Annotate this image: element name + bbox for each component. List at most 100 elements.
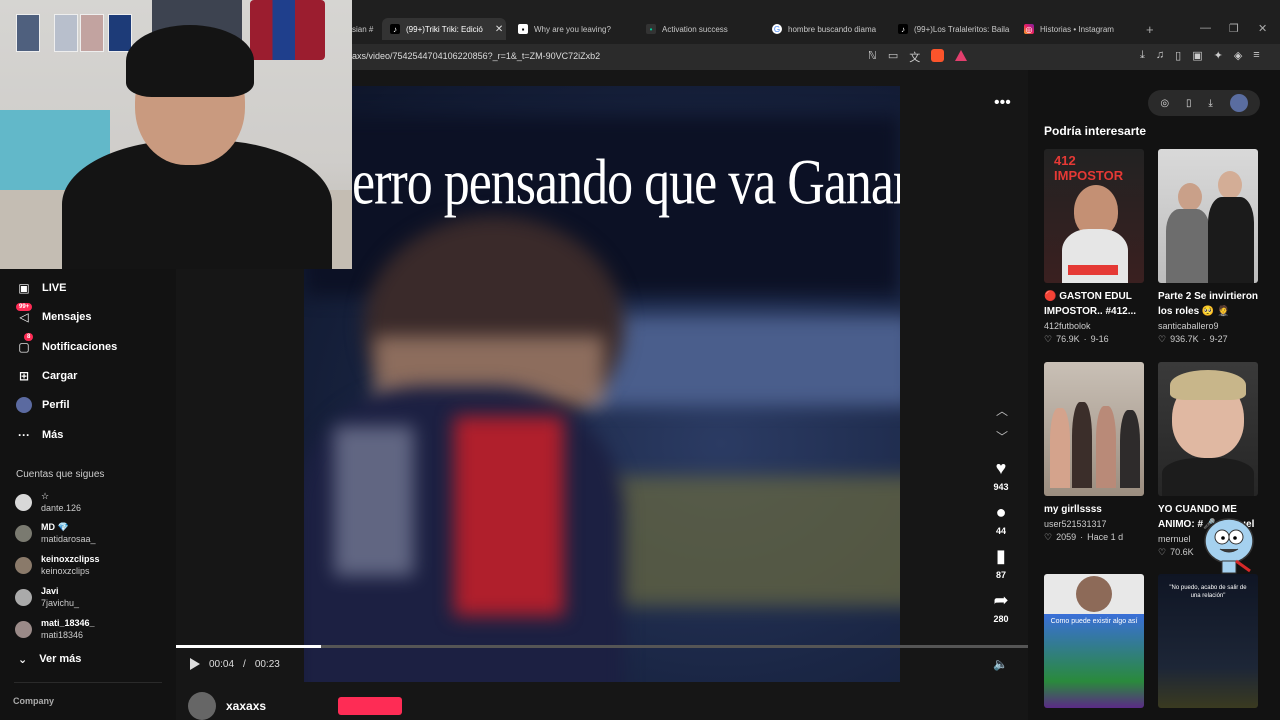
following-handle: mati18346 xyxy=(41,630,84,640)
recommendation-card[interactable]: Parte 2 Se invirtieron los roles 🥺 🤵 san… xyxy=(1158,149,1260,345)
avatar[interactable] xyxy=(188,692,216,720)
tab-active[interactable]: ♪ (99+)Triki Triki: Edició ✕ xyxy=(382,18,506,40)
webcam-overlay xyxy=(0,0,352,269)
device-icon[interactable]: ▯ xyxy=(1186,98,1192,109)
share-icon: ➦ xyxy=(993,590,1009,610)
avatar xyxy=(15,556,32,574)
like-count: 943 xyxy=(993,482,1009,492)
autoscroll-icon[interactable]: ◎ xyxy=(1160,98,1169,109)
close-tab-icon[interactable]: ✕ xyxy=(495,24,503,35)
comment-action[interactable]: ● 44 xyxy=(984,502,1018,536)
brave-shield-icon[interactable] xyxy=(931,49,945,62)
video-frame[interactable]: erro pensando que va Ganar xyxy=(304,86,900,682)
recommendation-card[interactable]: my girllssss user521531317 ♡ 2059 · Hace 1 … xyxy=(1044,362,1146,543)
see-more-button[interactable]: ⌄ Ver más xyxy=(18,653,81,666)
card-meta: ♡ 936.7K · 9-27 xyxy=(1158,334,1260,345)
see-more-label: Ver más xyxy=(39,653,82,665)
sidebar-item-more[interactable]: ··· Más xyxy=(16,427,63,443)
google-icon: G xyxy=(772,24,782,34)
sidebar-item-live[interactable]: ▣ LIVE xyxy=(16,280,66,296)
music-icon[interactable]: ♫ xyxy=(1156,49,1164,62)
following-item[interactable]: mati_18346_ mati18346 xyxy=(15,617,95,641)
card-meta: ♡ 2059 · Hace 1 d xyxy=(1044,532,1146,543)
previous-video-icon[interactable]: ︿ xyxy=(996,402,1008,419)
sidebar-icon[interactable]: ▯ xyxy=(1175,49,1181,62)
card-title: my girllssss xyxy=(1044,504,1102,515)
sidebar-item-label: LIVE xyxy=(42,282,67,294)
tab-2[interactable]: ▪ Why are you leaving? xyxy=(510,18,632,40)
tab-6[interactable]: ◎ Historias • Instagram xyxy=(1016,18,1138,40)
card-date: Hace 1 d xyxy=(1087,532,1124,542)
translate-icon[interactable]: 文 xyxy=(909,49,920,65)
author-row[interactable]: xaxaxs xyxy=(188,692,266,720)
url-field[interactable]: axs/video/7542544704106220856?_r=1&_t=ZM… xyxy=(352,51,600,61)
more-options-icon[interactable]: ••• xyxy=(994,94,1011,112)
video-progress-bar[interactable] xyxy=(176,645,1028,648)
minimize-icon[interactable]: — xyxy=(1200,22,1211,34)
video-thumbnail[interactable] xyxy=(1158,362,1258,496)
brave-rewards-icon[interactable] xyxy=(955,50,968,61)
card-likes: 70.6K xyxy=(1170,547,1194,557)
tab-5[interactable]: ♪ (99+)Los Tralaleritos: Baila xyxy=(890,18,1012,40)
tab-4[interactable]: G hombre buscando diama xyxy=(764,18,886,40)
progress-fill xyxy=(176,645,321,648)
recommendation-card[interactable]: 412 IMPOSTOR 🔴 GASTON EDUL IMPOSTOR.. #4… xyxy=(1044,149,1146,345)
like-action[interactable]: ♥ 943 xyxy=(984,458,1018,492)
menu-icon[interactable]: ≡ xyxy=(1253,49,1259,62)
tab-label: Why are you leaving? xyxy=(534,24,611,34)
video-thumbnail[interactable]: Como puede existir algo así xyxy=(1044,574,1144,708)
leo-icon[interactable]: ✦ xyxy=(1214,49,1223,62)
heart-outline-icon: ♡ xyxy=(1044,532,1053,542)
tab-3[interactable]: • Activation success xyxy=(638,18,760,40)
card-likes: 2059 xyxy=(1056,532,1077,542)
share-action[interactable]: ➦ 280 xyxy=(984,590,1018,624)
following-item[interactable]: keinoxzclipss keinoxzclips xyxy=(15,553,100,577)
toolbar-actions: ⤓ ♫ ▯ ▣ ✦ ◈ ≡ xyxy=(1140,49,1260,62)
wallet-icon[interactable]: ▣ xyxy=(1192,49,1202,62)
video-caption-overlay: erro pensando que va Ganar xyxy=(352,147,900,219)
sidebar-item-messages[interactable]: ◁ 99+ Mensajes xyxy=(16,303,92,325)
following-item[interactable]: MD 💎 matidarosaa_ xyxy=(15,521,96,545)
sidebar-item-upload[interactable]: ⊞ Cargar xyxy=(16,368,78,384)
sidebar-item-profile[interactable]: Perfil xyxy=(16,397,70,413)
follow-button[interactable] xyxy=(338,697,402,715)
meta-separator: · xyxy=(1202,334,1206,344)
play-icon[interactable] xyxy=(190,658,200,670)
maximize-icon[interactable]: ❐ xyxy=(1229,22,1239,35)
company-link[interactable]: Company xyxy=(13,696,54,706)
video-thumbnail[interactable]: "No puedo, acabo de salir de una relació… xyxy=(1158,574,1258,708)
avatar xyxy=(15,620,32,638)
volume-icon[interactable]: 🔈 xyxy=(993,657,1008,671)
download-icon[interactable]: ⤓ xyxy=(1208,98,1212,109)
cast-icon[interactable]: ▭ xyxy=(888,49,898,65)
download-icon[interactable]: ⤓ xyxy=(1140,49,1145,62)
live-icon: ▣ xyxy=(18,281,30,295)
sidebar-item-label: Mensajes xyxy=(42,311,92,323)
video-thumbnail[interactable] xyxy=(1044,362,1144,496)
following-item[interactable]: ☆ dante.126 xyxy=(15,490,81,514)
following-item[interactable]: Javi 7javichu_ xyxy=(15,585,79,609)
sidebar-item-notifications[interactable]: ▢ 8 Notificaciones xyxy=(16,333,118,355)
notifications-badge: 8 xyxy=(24,333,34,341)
next-video-icon[interactable]: ﹀ xyxy=(996,428,1008,445)
share-count: 280 xyxy=(993,614,1009,624)
meta-separator: · xyxy=(1080,532,1084,542)
recommendation-card[interactable]: Como puede existir algo así xyxy=(1044,574,1146,708)
tab-label: Historias • Instagram xyxy=(1040,24,1114,34)
avatar[interactable] xyxy=(1229,94,1248,112)
tab-label: (99+)Triki Triki: Edició xyxy=(406,24,483,34)
video-thumbnail[interactable]: 412 IMPOSTOR xyxy=(1044,149,1144,283)
reader-icon[interactable]: ℕ xyxy=(868,49,877,65)
video-thumbnail[interactable] xyxy=(1158,149,1258,283)
author-name[interactable]: xaxaxs xyxy=(226,699,266,713)
sidebar-item-label: Notificaciones xyxy=(42,341,118,353)
video-controls: 00:04 / 00:23 xyxy=(190,658,280,670)
avatar xyxy=(15,524,32,542)
card-user: 412futbolok xyxy=(1044,321,1091,331)
vpn-icon[interactable]: ◈ xyxy=(1234,49,1242,62)
recommendation-card[interactable]: "No puedo, acabo de salir de una relació… xyxy=(1158,574,1260,708)
close-window-icon[interactable]: ✕ xyxy=(1258,22,1267,35)
bookmark-action[interactable]: ▮ 87 xyxy=(984,546,1018,580)
new-tab-icon[interactable]: + xyxy=(1146,22,1154,37)
instagram-icon: ◎ xyxy=(1024,24,1034,34)
